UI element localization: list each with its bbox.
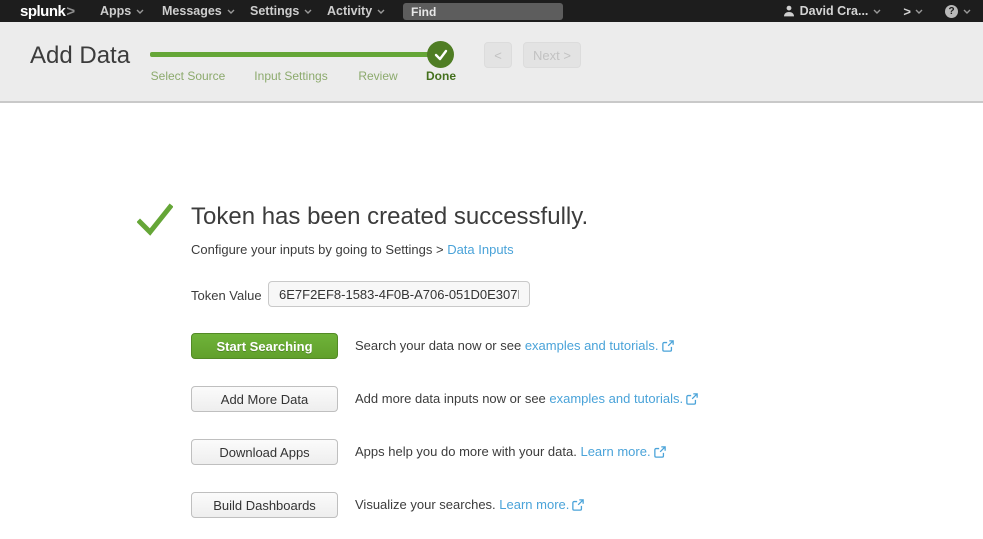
next-button[interactable]: Next >: [523, 42, 581, 68]
find-input[interactable]: [403, 3, 563, 20]
action-row-start-searching: Start Searching Search your data now or …: [191, 333, 891, 359]
learn-more-link[interactable]: Learn more.: [580, 444, 650, 459]
token-value-field[interactable]: [268, 281, 530, 307]
action-description: Apps help you do more with your data. Le…: [355, 439, 666, 465]
action-text: Apps help you do more with your data.: [355, 444, 580, 459]
menu-activity-label: Activity: [327, 4, 372, 18]
build-dashboards-button[interactable]: Build Dashboards: [191, 492, 338, 518]
topbar: splunk > Apps Messages Settings Activity…: [0, 0, 983, 22]
action-row-add-more-data: Add More Data Add more data inputs now o…: [191, 386, 891, 412]
action-description: Visualize your searches. Learn more.: [355, 492, 584, 518]
menu-apps[interactable]: Apps: [100, 0, 144, 22]
step-input-settings: Input Settings: [254, 69, 327, 83]
external-link-icon: [654, 446, 666, 458]
menu-settings-label: Settings: [250, 4, 299, 18]
token-value-label: Token Value: [191, 288, 262, 303]
chevron-down-icon: [915, 9, 923, 14]
logo-text: splunk: [20, 3, 65, 20]
action-text: Visualize your searches.: [355, 497, 499, 512]
step-done: Done: [426, 69, 456, 83]
external-link-icon: [686, 393, 698, 405]
chevron-down-icon: [227, 9, 235, 14]
chevron-down-icon: [304, 9, 312, 14]
success-subtitle: Configure your inputs by going to Settin…: [191, 242, 514, 257]
wizard-header: Add Data Select Source Input Settings Re…: [0, 22, 983, 103]
page-title: Add Data: [30, 42, 130, 70]
action-row-download-apps: Download Apps Apps help you do more with…: [191, 439, 891, 465]
external-link-icon: [662, 340, 674, 352]
add-more-data-button[interactable]: Add More Data: [191, 386, 338, 412]
data-inputs-link[interactable]: Data Inputs: [447, 242, 514, 257]
menu-messages-label: Messages: [162, 4, 222, 18]
action-description: Search your data now or see examples and…: [355, 333, 674, 359]
logo-chevron-icon: >: [66, 3, 75, 20]
chevron-down-icon: [963, 9, 971, 14]
help-menu[interactable]: ?: [945, 5, 971, 18]
menu-messages[interactable]: Messages: [162, 0, 235, 22]
action-row-build-dashboards: Build Dashboards Visualize your searches…: [191, 492, 891, 518]
download-apps-button[interactable]: Download Apps: [191, 439, 338, 465]
step-select-source: Select Source: [151, 69, 226, 83]
menu-settings[interactable]: Settings: [250, 0, 312, 22]
menu-activity[interactable]: Activity: [327, 0, 385, 22]
progress-line: [150, 52, 452, 57]
chevron-down-icon: [873, 9, 881, 14]
splunk-logo[interactable]: splunk >: [20, 0, 75, 22]
step-review: Review: [358, 69, 397, 83]
examples-tutorials-link[interactable]: examples and tutorials.: [549, 391, 683, 406]
user-name: David Cra...: [800, 4, 869, 18]
action-text: Search your data now or see: [355, 338, 525, 353]
action-text: Add more data inputs now or see: [355, 391, 549, 406]
learn-more-link[interactable]: Learn more.: [499, 497, 569, 512]
action-description: Add more data inputs now or see examples…: [355, 386, 698, 412]
success-check-icon: [137, 202, 173, 238]
start-searching-button[interactable]: Start Searching: [191, 333, 338, 359]
user-menu[interactable]: David Cra...: [783, 4, 882, 18]
share-menu[interactable]: >: [903, 4, 923, 19]
external-link-icon: [572, 499, 584, 511]
share-icon: >: [903, 4, 910, 19]
subtitle-text: Configure your inputs by going to Settin…: [191, 242, 447, 257]
back-button[interactable]: <: [484, 42, 512, 68]
menu-apps-label: Apps: [100, 4, 131, 18]
help-icon: ?: [945, 5, 958, 18]
examples-tutorials-link[interactable]: examples and tutorials.: [525, 338, 659, 353]
done-step-circle: [427, 41, 454, 68]
chevron-down-icon: [136, 9, 144, 14]
success-title: Token has been created successfully.: [191, 203, 588, 231]
chevron-down-icon: [377, 9, 385, 14]
add-data-page: splunk > Apps Messages Settings Activity…: [0, 0, 983, 539]
check-icon: [434, 49, 448, 61]
topbar-right-group: David Cra... > ?: [783, 0, 971, 22]
user-icon: [783, 5, 795, 17]
